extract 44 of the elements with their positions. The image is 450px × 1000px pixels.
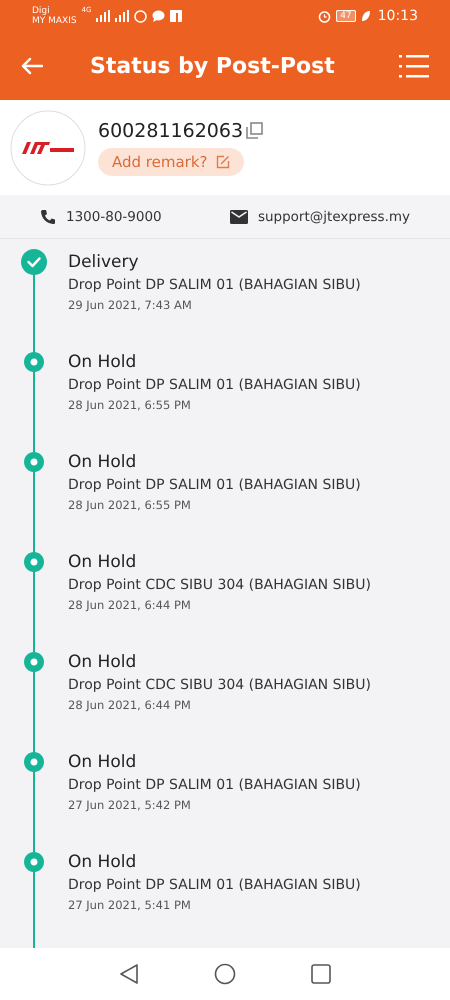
event-location: Drop Point DP SALIM 01 (BAHAGIAN SIBU) xyxy=(68,777,361,793)
event-status: Delivery xyxy=(68,251,140,273)
signal-icon xyxy=(115,10,130,22)
event-time: 28 Jun 2021, 6:44 PM xyxy=(68,598,192,612)
event-status: On Hold xyxy=(68,651,138,673)
event-status: On Hold xyxy=(68,851,138,873)
event-status: On Hold xyxy=(68,751,138,773)
carrier-name: Digi xyxy=(32,6,50,16)
event-location: Drop Point DP SALIM 01 (BAHAGIAN SIBU) xyxy=(68,877,361,893)
event-time: 28 Jun 2021, 6:55 PM xyxy=(68,498,192,512)
screen-title: Status by Post-Post xyxy=(89,54,336,78)
event-time: 27 Jun 2021, 5:42 PM xyxy=(68,798,192,812)
event-status: On Hold xyxy=(68,451,138,473)
event-time: 29 Jun 2021, 7:43 AM xyxy=(68,298,193,312)
edit-icon xyxy=(216,154,230,168)
phone-number[interactable]: 1300-80-9000 xyxy=(66,208,162,224)
event-location: Drop Point DP SALIM 01 (BAHAGIAN SIBU) xyxy=(68,377,361,393)
carrier-name: MY MAXIS xyxy=(32,16,77,26)
event-location: Drop Point CDC SIBU 304 (BAHAGIAN SIBU) xyxy=(68,577,371,593)
event-time: 27 Jun 2021, 5:41 PM xyxy=(68,898,192,912)
square-app-icon xyxy=(170,10,182,22)
mail-icon xyxy=(230,210,248,224)
leaf-icon xyxy=(360,10,371,22)
signal-icon xyxy=(96,10,110,22)
copy-icon[interactable] xyxy=(246,122,264,139)
tracking-number: 600281162063 xyxy=(98,120,244,142)
email-address[interactable]: support@jtexpress.my xyxy=(258,208,410,224)
event-location: Drop Point CDC SIBU 304 (BAHAGIAN SIBU) xyxy=(68,677,371,693)
back-nav-icon[interactable] xyxy=(119,963,139,985)
phone-icon xyxy=(40,208,56,224)
message-icon xyxy=(152,10,166,22)
menu-icon[interactable] xyxy=(399,54,429,78)
clock-time: 10:13 xyxy=(378,8,418,24)
alarm-icon xyxy=(318,10,332,22)
event-time: 28 Jun 2021, 6:44 PM xyxy=(68,698,192,712)
event-status: On Hold xyxy=(68,351,138,373)
battery-level: 47 xyxy=(336,10,356,22)
event-location: Drop Point DP SALIM 01 (BAHAGIAN SIBU) xyxy=(68,477,361,493)
event-location: Drop Point DP SALIM 01 (BAHAGIAN SIBU) xyxy=(68,277,361,293)
home-nav-icon[interactable] xyxy=(214,963,236,985)
event-time: 28 Jun 2021, 6:55 PM xyxy=(68,398,192,412)
event-status: On Hold xyxy=(68,551,138,573)
recents-nav-icon[interactable] xyxy=(311,964,331,984)
back-arrow-icon[interactable] xyxy=(21,57,43,75)
